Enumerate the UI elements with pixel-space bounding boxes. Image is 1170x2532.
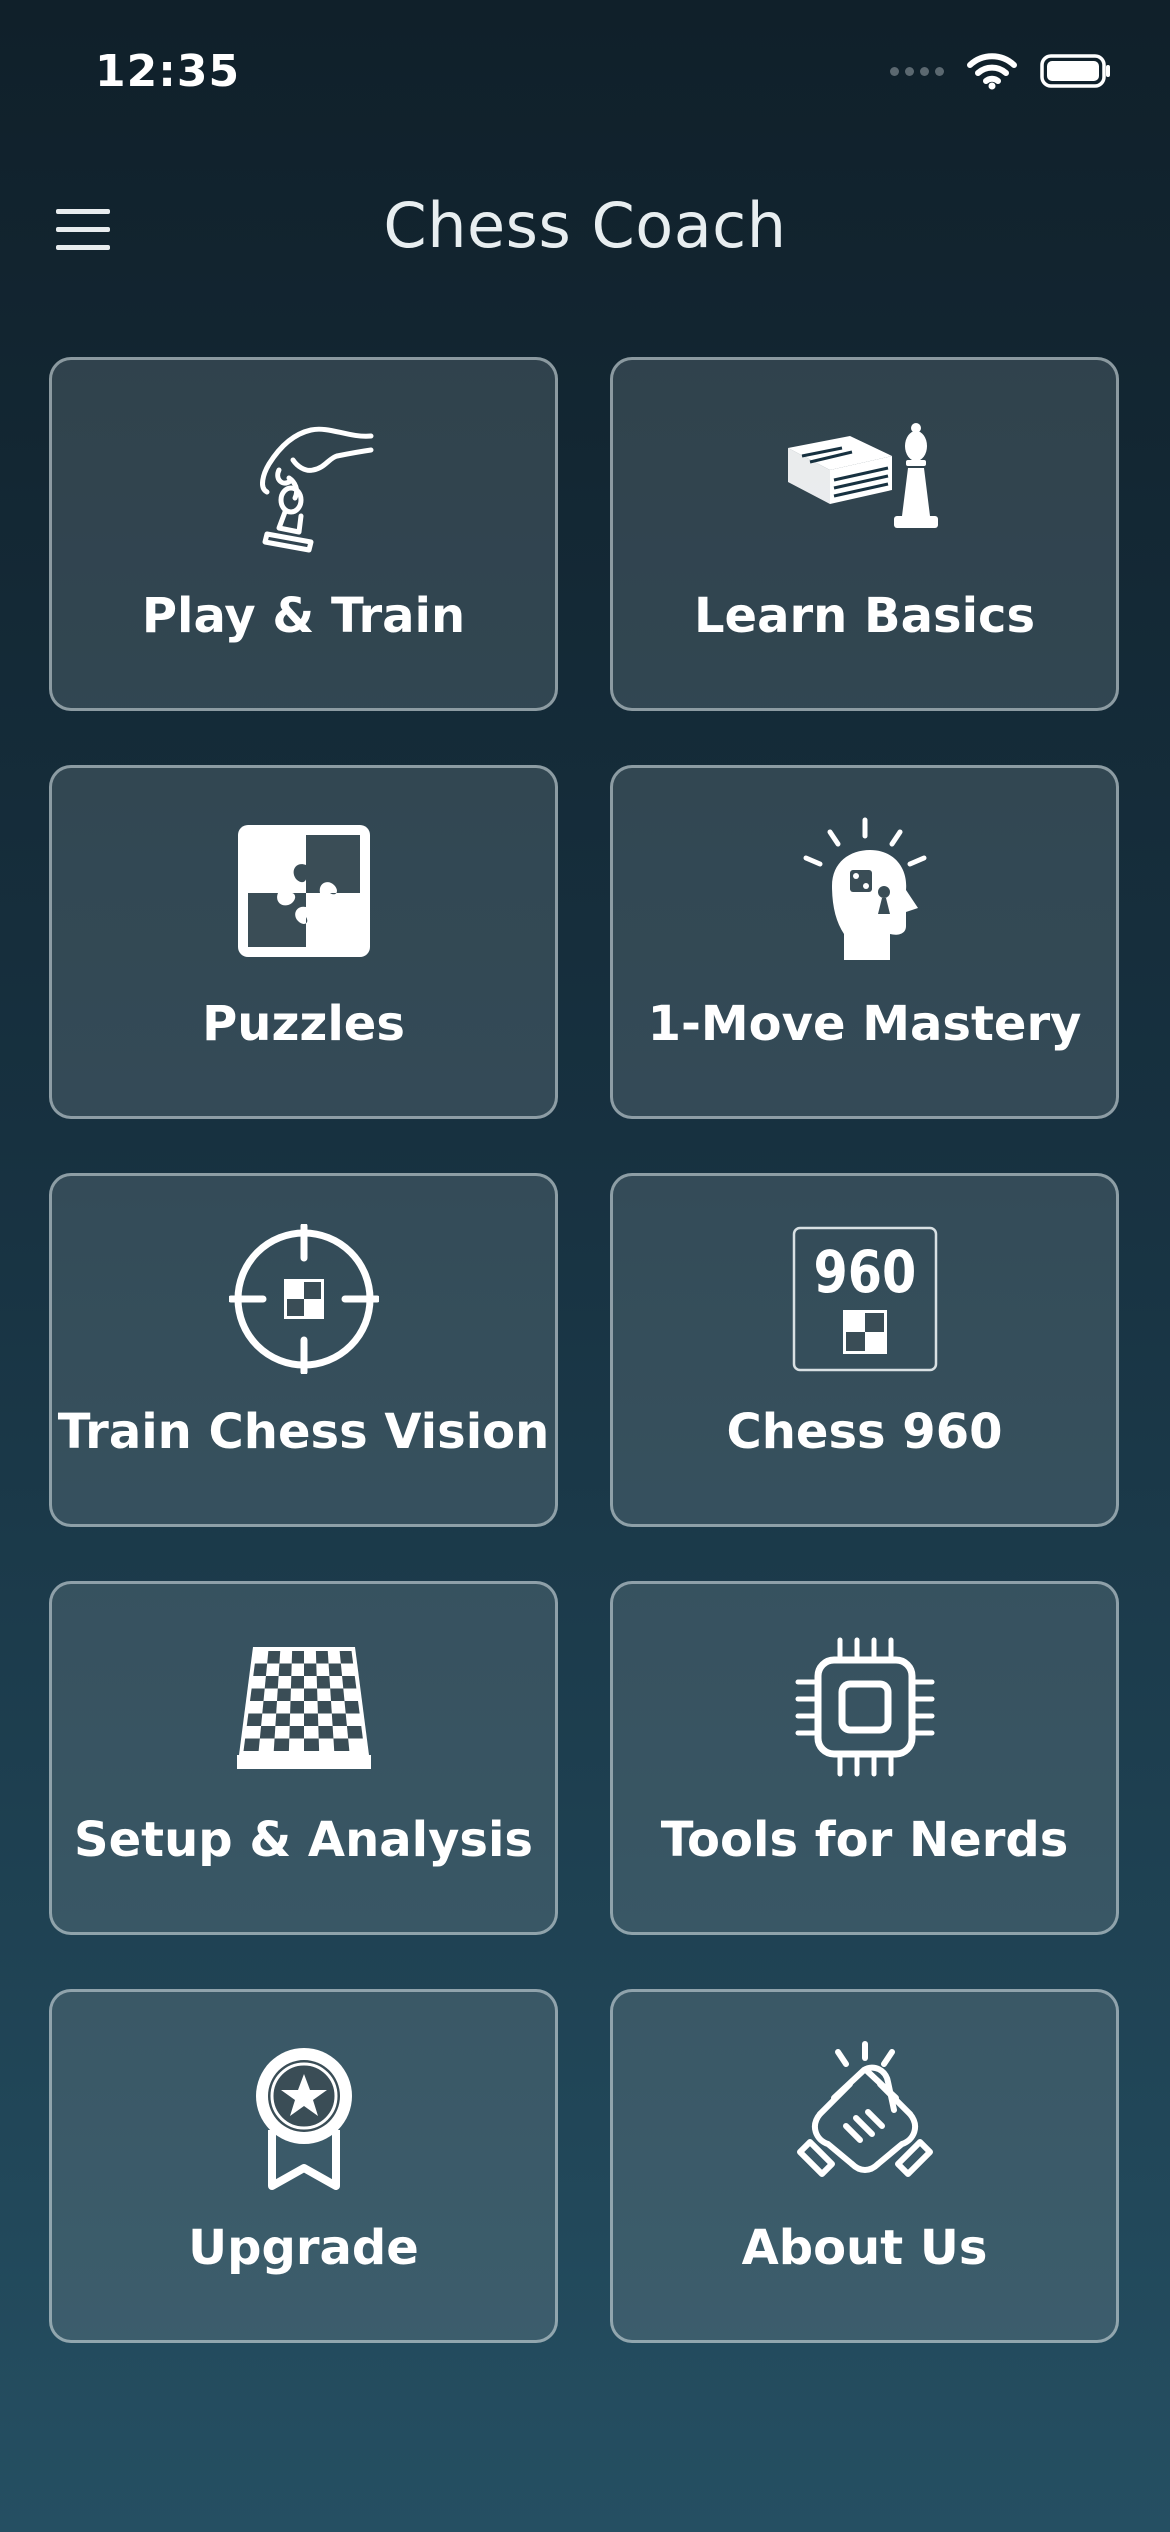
book-and-bishop-icon — [787, 423, 938, 528]
chessboard-icon — [236, 1647, 371, 1769]
nav-bar: Chess Coach — [0, 175, 1170, 285]
tile-setup-analysis[interactable]: Setup & Analysis — [49, 1581, 558, 1935]
tile-play-train[interactable]: Play & Train — [49, 357, 558, 711]
tile-label: Chess 960 — [726, 1404, 1003, 1460]
cellular-signal-icon — [890, 66, 944, 76]
puzzle-piece-icon — [237, 825, 370, 957]
tile-label: Train Chess Vision — [57, 1404, 550, 1460]
tile-label: Tools for Nerds — [660, 1812, 1069, 1868]
head-idea-icon — [803, 817, 926, 960]
tile-learn-basics[interactable]: Learn Basics — [610, 357, 1119, 711]
handshake-icon — [796, 2041, 933, 2177]
tile-label: About Us — [741, 2220, 988, 2276]
tile-chess-960[interactable]: 960 Chess 960 — [610, 1173, 1119, 1527]
cpu-chip-icon — [795, 1637, 934, 1777]
battery-icon — [1040, 54, 1110, 88]
tile-tools-for-nerds[interactable]: Tools for Nerds — [610, 1581, 1119, 1935]
tile-upgrade[interactable]: Upgrade — [49, 1989, 558, 2343]
chess960-icon-text: 960 — [813, 1238, 916, 1306]
tile-puzzles[interactable]: Puzzles — [49, 765, 558, 1119]
app-title: Chess Coach — [383, 189, 787, 262]
status-time: 12:35 — [95, 46, 241, 97]
status-bar: 12:35 — [0, 0, 1170, 150]
hand-moving-pawn-icon — [259, 426, 373, 553]
wifi-icon — [967, 53, 1017, 90]
tile-label: 1-Move Mastery — [647, 996, 1082, 1052]
tile-label: Upgrade — [188, 2220, 419, 2276]
chess960-icon: 960 — [792, 1226, 937, 1372]
tile-label: Setup & Analysis — [74, 1812, 533, 1868]
tile-label: Play & Train — [141, 588, 466, 644]
status-icons — [890, 52, 1112, 90]
tile-about-us[interactable]: About Us — [610, 1989, 1119, 2343]
tile-label: Learn Basics — [693, 588, 1036, 644]
tile-label: Puzzles — [202, 996, 405, 1052]
award-ribbon-icon — [255, 2048, 352, 2190]
tile-train-chess-vision[interactable]: Train Chess Vision — [49, 1173, 558, 1527]
tile-one-move-mastery[interactable]: 1-Move Mastery — [610, 765, 1119, 1119]
crosshair-target-icon — [228, 1224, 379, 1374]
